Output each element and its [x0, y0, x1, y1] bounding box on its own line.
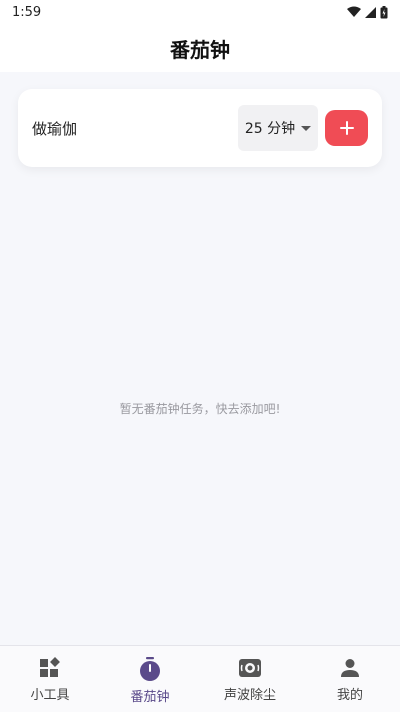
app-bar: 番茄钟 [0, 24, 400, 72]
signal-icon [365, 6, 376, 18]
speaker-icon [239, 659, 261, 677]
add-task-card: 25 分钟 [18, 89, 382, 167]
timer-icon [140, 657, 160, 681]
widgets-icon [40, 657, 60, 677]
page-title: 番茄钟 [170, 37, 230, 62]
status-icons [347, 5, 388, 19]
person-icon [341, 659, 359, 677]
plus-icon [339, 121, 354, 135]
nav-label: 小工具 [30, 688, 70, 703]
nav-item-tools[interactable]: 小工具 [0, 646, 100, 712]
dropdown-arrow-icon [301, 125, 312, 131]
empty-state-message: 暂无番茄钟任务，快去添加吧! [119, 402, 281, 416]
battery-icon [380, 5, 388, 18]
wifi-icon [347, 6, 361, 17]
add-task-button[interactable] [325, 110, 368, 146]
duration-select[interactable]: 25 分钟 [238, 105, 318, 151]
status-time: 1:59 [12, 4, 42, 20]
nav-label: 我的 [336, 688, 363, 703]
nav-label: 声波除尘 [223, 688, 276, 703]
bottom-navigation: 小工具 番茄钟 声波除尘 我的 [0, 645, 400, 712]
nav-item-profile[interactable]: 我的 [300, 646, 400, 712]
task-name-input[interactable] [32, 109, 232, 147]
duration-value: 25 分钟 [244, 121, 296, 137]
status-bar: 1:59 [0, 0, 400, 24]
nav-item-speaker-clean[interactable]: 声波除尘 [200, 646, 300, 712]
nav-label: 番茄钟 [130, 690, 170, 705]
nav-item-pomodoro[interactable]: 番茄钟 [100, 646, 200, 712]
